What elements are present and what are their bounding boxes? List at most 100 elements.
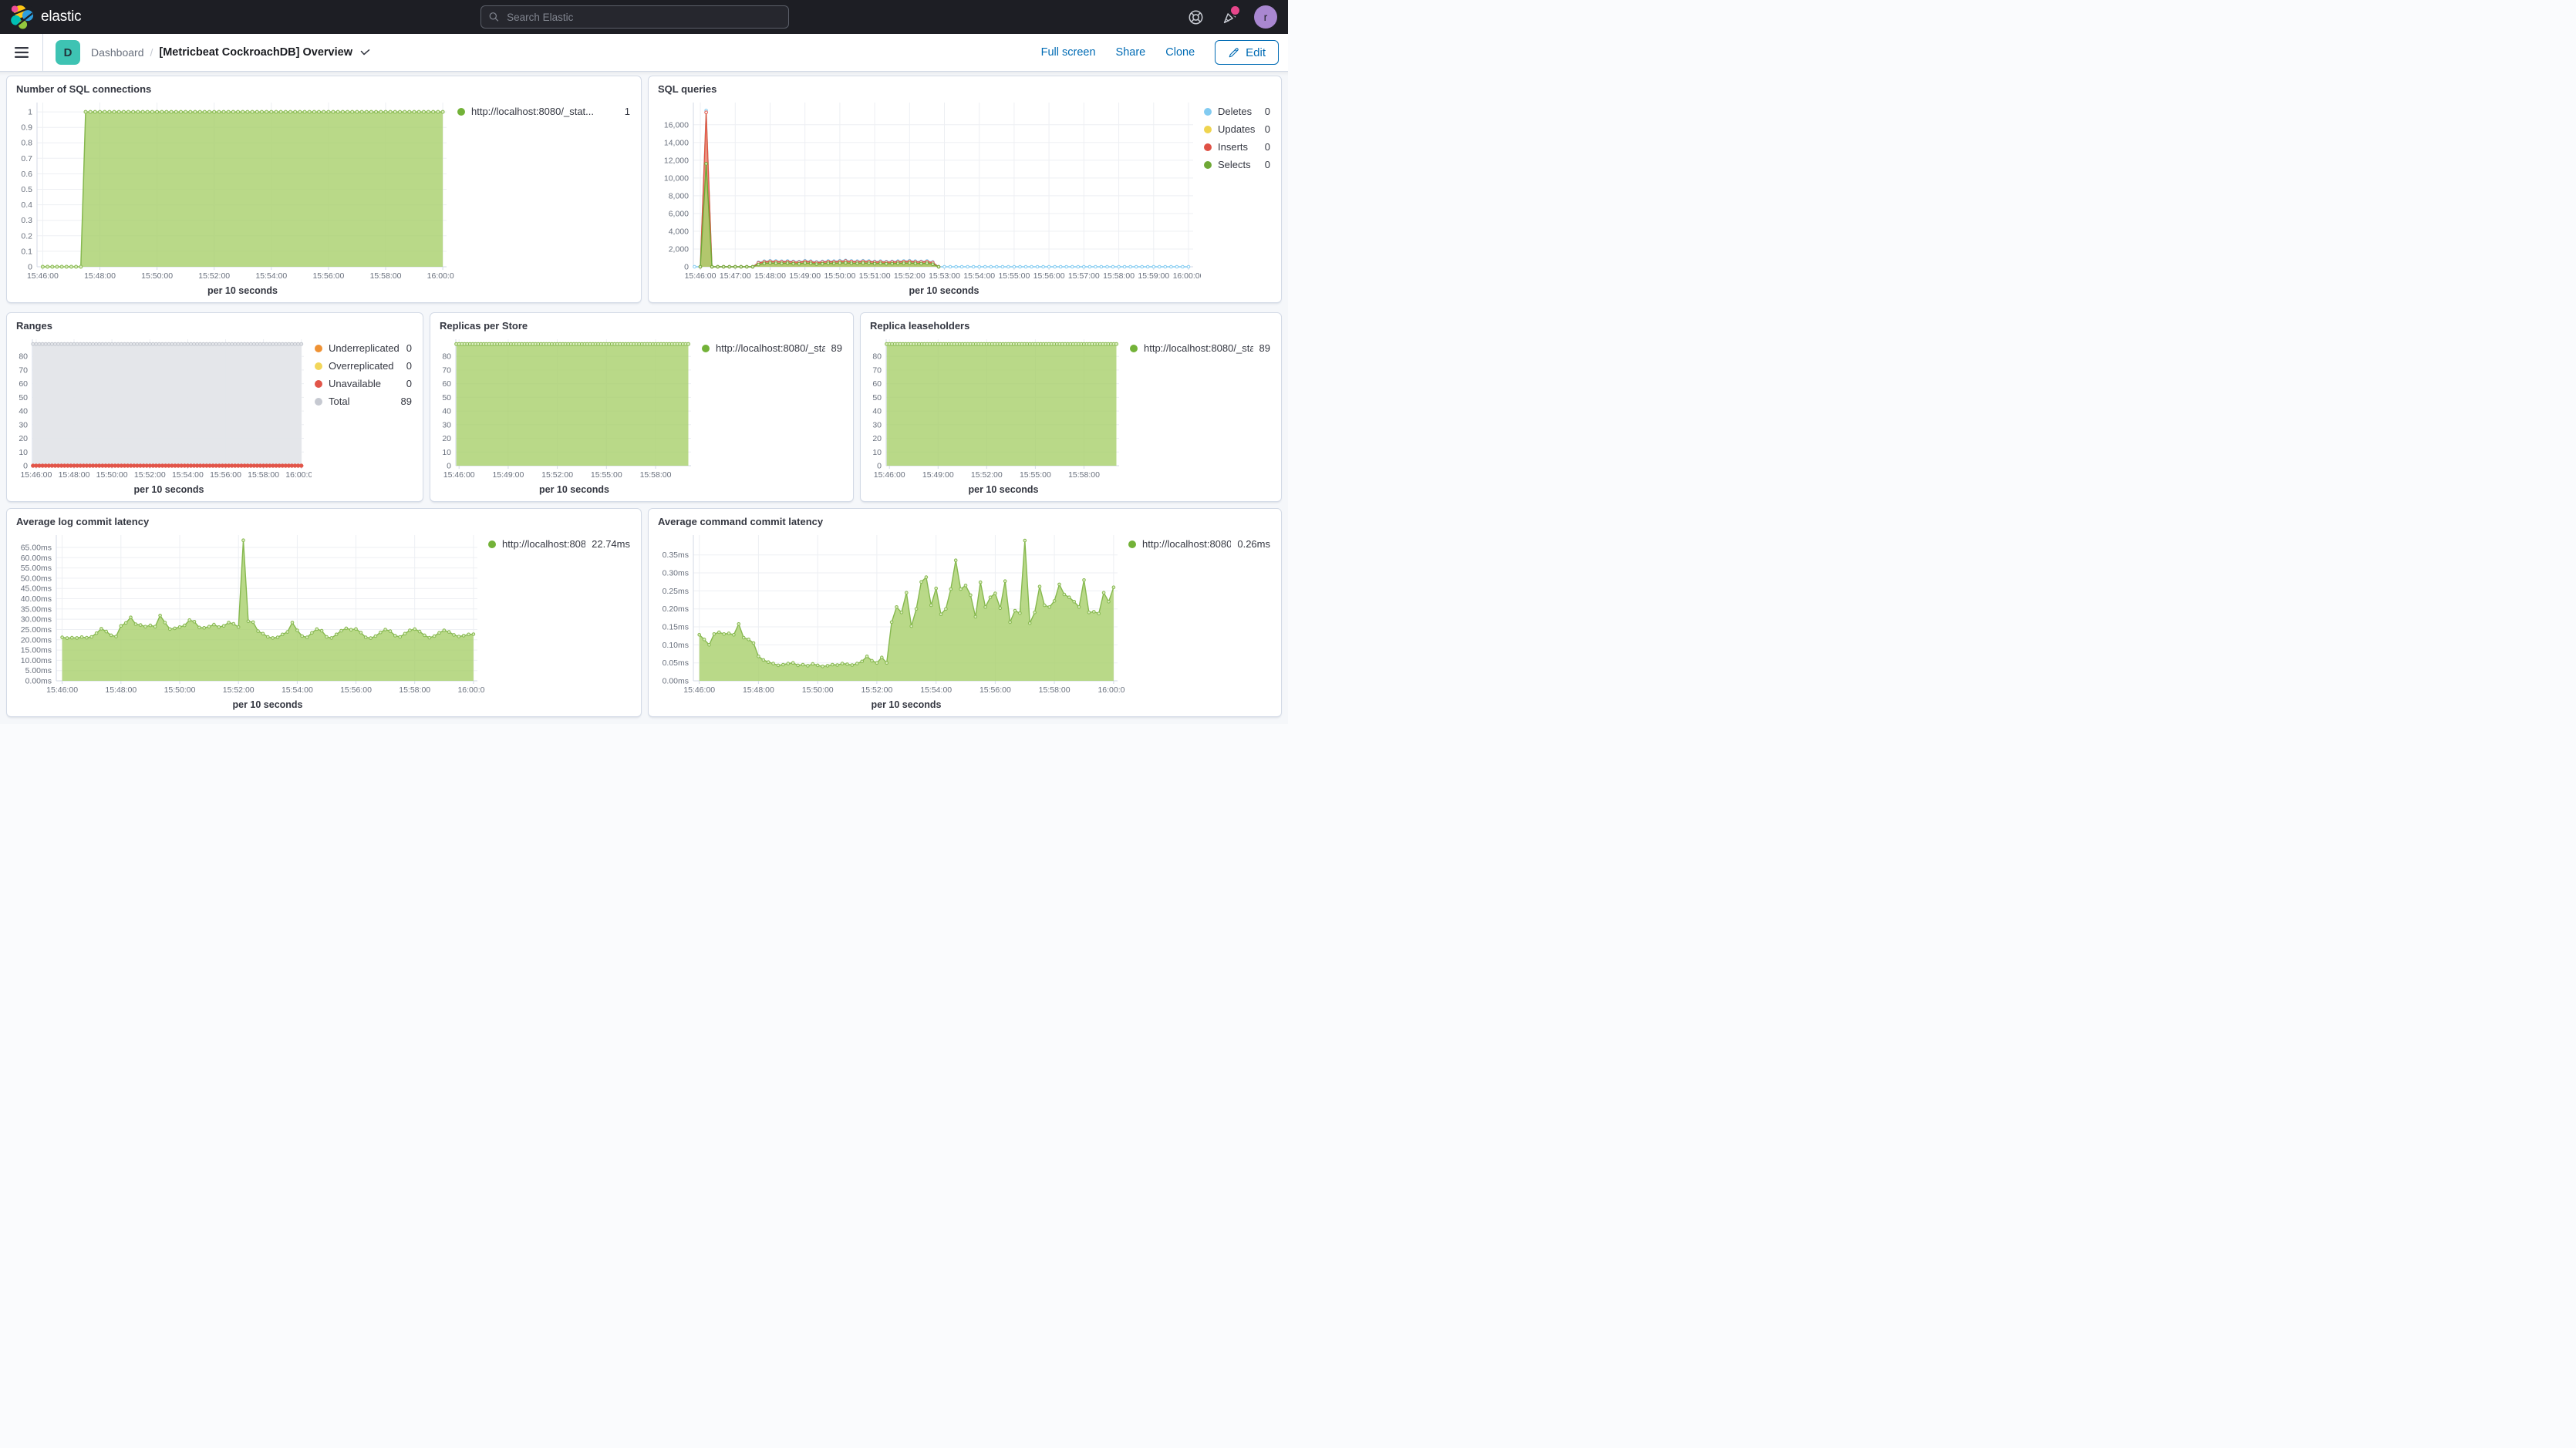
edit-button[interactable]: Edit bbox=[1215, 40, 1279, 65]
legend-dot bbox=[315, 380, 322, 388]
svg-text:30.00ms: 30.00ms bbox=[21, 615, 52, 625]
svg-text:80: 80 bbox=[19, 352, 28, 362]
svg-text:15:52:00: 15:52:00 bbox=[223, 685, 255, 695]
svg-text:15:52:00: 15:52:00 bbox=[541, 470, 573, 480]
svg-text:0.20ms: 0.20ms bbox=[663, 604, 689, 614]
chart-replicas-per-store[interactable]: 15:46:0015:49:0015:52:0015:55:0015:58:00… bbox=[435, 332, 699, 484]
svg-text:15:52:00: 15:52:00 bbox=[971, 470, 1003, 480]
svg-text:35.00ms: 35.00ms bbox=[21, 604, 52, 614]
legend-item[interactable]: Updates0 bbox=[1204, 123, 1270, 135]
svg-text:15:57:00: 15:57:00 bbox=[1068, 271, 1100, 281]
svg-text:10: 10 bbox=[442, 448, 451, 457]
chart-legend: http://localhost:808...22.74ms bbox=[485, 527, 639, 716]
chart-sql-queries[interactable]: 15:46:0015:47:0015:48:0015:49:0015:50:00… bbox=[653, 95, 1201, 285]
svg-text:15:50:00: 15:50:00 bbox=[802, 685, 834, 695]
svg-text:6,000: 6,000 bbox=[669, 209, 689, 218]
svg-text:15:48:00: 15:48:00 bbox=[754, 271, 786, 281]
svg-text:15:54:00: 15:54:00 bbox=[172, 470, 204, 480]
svg-text:0: 0 bbox=[447, 462, 451, 471]
user-avatar-initial: r bbox=[1264, 11, 1268, 23]
svg-text:15:53:00: 15:53:00 bbox=[929, 271, 960, 281]
space-avatar[interactable]: D bbox=[56, 40, 80, 65]
svg-text:15:58:00: 15:58:00 bbox=[1103, 271, 1135, 281]
top-right-actions: r bbox=[1186, 5, 1277, 29]
svg-text:15:46:00: 15:46:00 bbox=[20, 470, 52, 480]
legend-item[interactable]: Deletes0 bbox=[1204, 106, 1270, 117]
chart-replica-leaseholders[interactable]: 15:46:0015:49:0015:52:0015:55:0015:58:00… bbox=[865, 332, 1127, 484]
chart-svg: 15:46:0015:47:0015:48:0015:49:0015:50:00… bbox=[653, 95, 1201, 285]
chart-svg: 15:46:0015:49:0015:52:0015:55:0015:58:00… bbox=[865, 332, 1127, 484]
x-axis-title: per 10 seconds bbox=[12, 484, 312, 501]
page-title: [Metricbeat CockroachDB] Overview bbox=[159, 46, 352, 59]
whats-new-button[interactable] bbox=[1220, 8, 1239, 26]
legend-item[interactable]: http://localhost:8080/_sta...89 bbox=[702, 342, 842, 354]
svg-text:10,000: 10,000 bbox=[664, 173, 689, 183]
svg-text:0.4: 0.4 bbox=[21, 200, 32, 210]
legend-dot bbox=[315, 345, 322, 352]
legend-item[interactable]: Unavailable0 bbox=[315, 378, 412, 389]
svg-text:50: 50 bbox=[19, 393, 28, 402]
svg-text:15:46:00: 15:46:00 bbox=[685, 271, 716, 281]
user-avatar[interactable]: r bbox=[1254, 5, 1277, 29]
svg-text:0.25ms: 0.25ms bbox=[663, 587, 689, 596]
breadcrumb-dashboard-link[interactable]: Dashboard bbox=[91, 46, 144, 59]
x-axis-title: per 10 seconds bbox=[653, 699, 1125, 716]
legend-item[interactable]: http://localhost:8080/_sta...89 bbox=[1130, 342, 1270, 354]
legend-item[interactable]: http://localhost:808...22.74ms bbox=[488, 538, 630, 550]
svg-text:15:56:00: 15:56:00 bbox=[979, 685, 1011, 695]
svg-text:15:52:00: 15:52:00 bbox=[134, 470, 166, 480]
panel-title: Average command commit latency bbox=[649, 509, 1281, 527]
global-search[interactable] bbox=[480, 5, 789, 29]
help-button[interactable] bbox=[1186, 8, 1205, 26]
legend-label: http://localhost:8080... bbox=[1142, 538, 1231, 550]
x-axis-title: per 10 seconds bbox=[12, 285, 454, 302]
legend-value: 0 bbox=[1265, 106, 1270, 117]
svg-text:60: 60 bbox=[872, 379, 882, 389]
x-axis-title: per 10 seconds bbox=[12, 699, 485, 716]
svg-text:15:46:00: 15:46:00 bbox=[443, 470, 475, 480]
svg-text:15:58:00: 15:58:00 bbox=[1068, 470, 1100, 480]
legend-item[interactable]: Underreplicated0 bbox=[315, 342, 412, 354]
legend-item[interactable]: Overreplicated0 bbox=[315, 360, 412, 372]
main-menu-button[interactable] bbox=[0, 34, 43, 71]
chart-svg: 15:46:0015:49:0015:52:0015:55:0015:58:00… bbox=[435, 332, 699, 484]
svg-text:1: 1 bbox=[28, 108, 32, 117]
svg-text:0.00ms: 0.00ms bbox=[25, 677, 52, 686]
search-input[interactable] bbox=[505, 11, 781, 24]
kibana-dashboard-page: elastic bbox=[0, 0, 1288, 724]
dashboard-grid: Number of SQL connections 15:46:0015:48:… bbox=[0, 71, 1288, 724]
legend-item[interactable]: http://localhost:8080...0.26ms bbox=[1128, 538, 1270, 550]
legend-label: Underreplicated bbox=[329, 342, 400, 354]
share-button[interactable]: Share bbox=[1116, 46, 1146, 59]
elastic-logo[interactable]: elastic bbox=[11, 5, 81, 29]
svg-text:15:58:00: 15:58:00 bbox=[1039, 685, 1071, 695]
legend-dot bbox=[1204, 126, 1212, 133]
chart-sql-connections[interactable]: 15:46:0015:48:0015:50:0015:52:0015:54:00… bbox=[12, 95, 454, 285]
panel-avg-command-commit-latency: Average command commit latency 15:46:001… bbox=[648, 508, 1282, 717]
legend-item[interactable]: Inserts0 bbox=[1204, 141, 1270, 153]
legend-dot bbox=[315, 362, 322, 370]
svg-text:15:49:00: 15:49:00 bbox=[492, 470, 524, 480]
svg-text:14,000: 14,000 bbox=[664, 138, 689, 147]
svg-text:15:52:00: 15:52:00 bbox=[198, 271, 230, 281]
svg-text:15:55:00: 15:55:00 bbox=[998, 271, 1030, 281]
clone-button[interactable]: Clone bbox=[1165, 46, 1195, 59]
full-screen-button[interactable]: Full screen bbox=[1041, 46, 1096, 59]
svg-text:70: 70 bbox=[442, 365, 451, 375]
svg-text:20.00ms: 20.00ms bbox=[21, 635, 52, 645]
svg-text:15:48:00: 15:48:00 bbox=[743, 685, 774, 695]
chart-ranges[interactable]: 15:46:0015:48:0015:50:0015:52:0015:54:00… bbox=[12, 332, 312, 484]
svg-text:4,000: 4,000 bbox=[669, 227, 689, 236]
svg-text:15:52:00: 15:52:00 bbox=[894, 271, 926, 281]
x-axis-title: per 10 seconds bbox=[653, 285, 1201, 302]
legend-item[interactable]: Selects0 bbox=[1204, 159, 1270, 170]
title-caret-button[interactable] bbox=[360, 49, 370, 56]
svg-text:60: 60 bbox=[442, 379, 451, 389]
edit-button-label: Edit bbox=[1246, 46, 1266, 59]
svg-text:15.00ms: 15.00ms bbox=[21, 646, 52, 655]
svg-text:0.3: 0.3 bbox=[21, 216, 32, 225]
legend-item[interactable]: http://localhost:8080/_stat...1 bbox=[457, 106, 630, 117]
legend-item[interactable]: Total89 bbox=[315, 396, 412, 407]
chart-avg-command-commit-latency[interactable]: 15:46:0015:48:0015:50:0015:52:0015:54:00… bbox=[653, 527, 1125, 699]
chart-avg-log-commit-latency[interactable]: 15:46:0015:48:0015:50:0015:52:0015:54:00… bbox=[12, 527, 485, 699]
